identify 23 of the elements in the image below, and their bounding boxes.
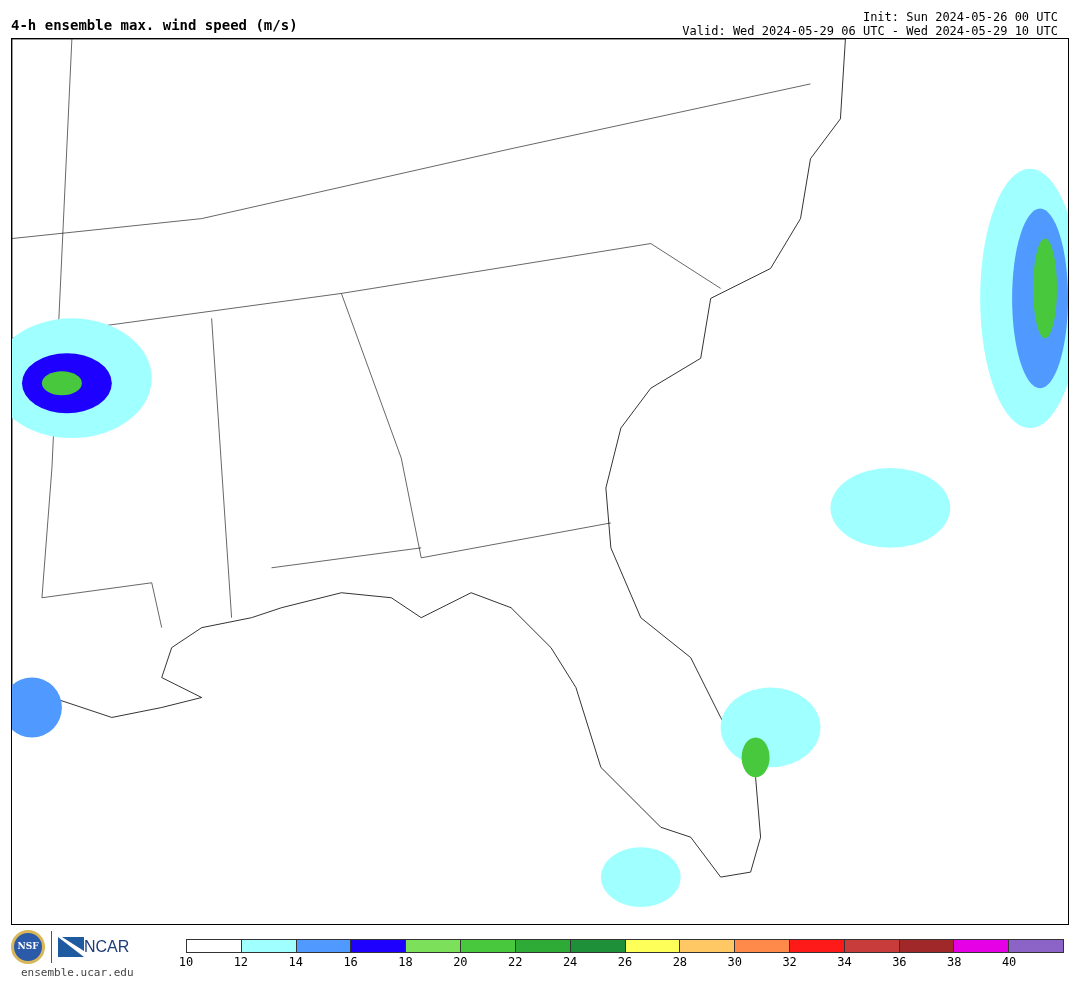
tick-label: 38	[947, 956, 962, 968]
tick-label: 36	[892, 956, 907, 968]
tick-label: 20	[453, 956, 468, 968]
tick-label: 22	[508, 956, 523, 968]
tick-label: 34	[837, 956, 852, 968]
tick-label: 10	[178, 956, 194, 968]
tick-label: 14	[288, 956, 303, 968]
tick-label: 32	[782, 956, 797, 968]
tick-label: 28	[672, 956, 688, 968]
nsf-logo: NSF	[11, 930, 45, 964]
tick-label: 18	[398, 956, 413, 968]
tick-label: 26	[617, 956, 633, 968]
init-time: Init: Sun 2024-05-26 00 UTC	[862, 10, 1058, 24]
site-url: ensemble.ucar.edu	[21, 965, 134, 981]
tick-label: 12	[233, 956, 249, 968]
valid-time: Valid: Wed 2024-05-29 06 UTC - Wed 2024-05-29 10 UTC	[682, 24, 1058, 38]
tick-label: 30	[727, 956, 742, 968]
tick-label: 24	[562, 956, 578, 968]
chart-title: 4-h ensemble max. wind speed (m/s)	[11, 18, 298, 32]
tick-label: 40	[1001, 956, 1017, 968]
ncar-logo: NCAR	[84, 937, 130, 957]
tick-label: 16	[343, 956, 358, 968]
ncar-logo-icon	[58, 937, 84, 957]
